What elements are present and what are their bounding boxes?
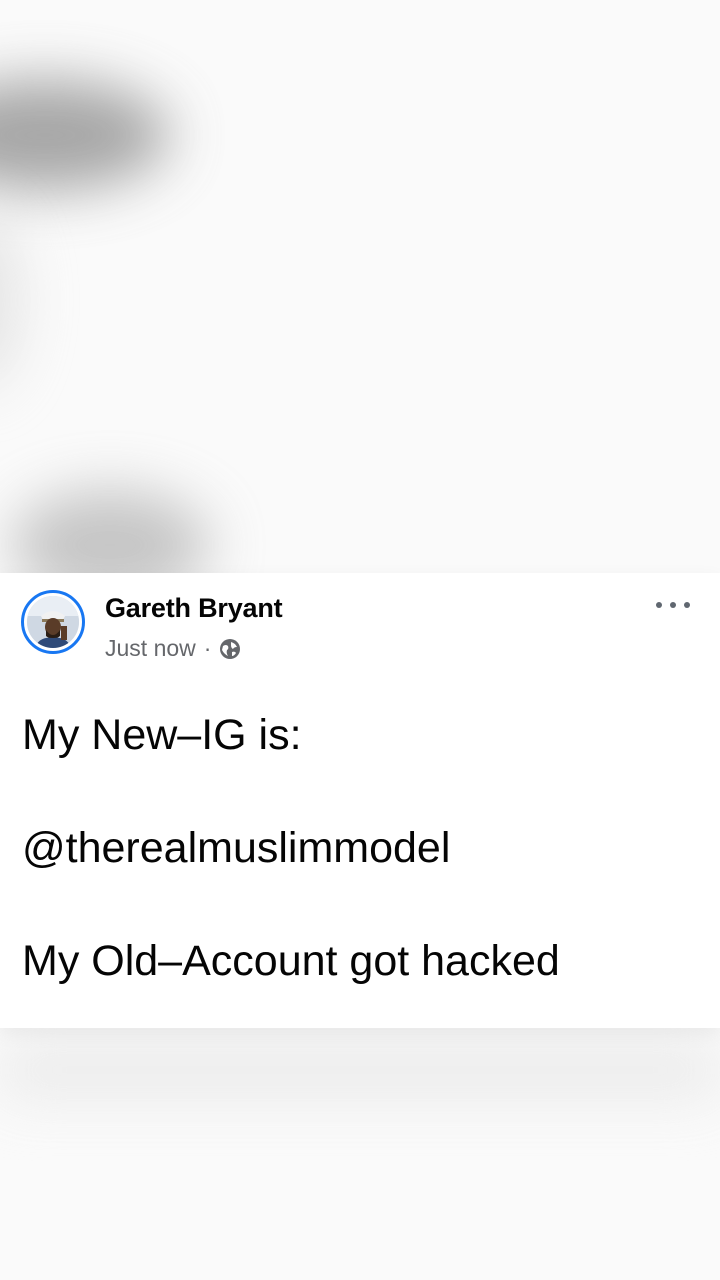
more-horizontal-icon [656,602,662,608]
post-timestamp[interactable]: Just now [105,635,196,662]
more-horizontal-icon [670,602,676,608]
post-text-line: My Old–Account got hacked [22,937,560,985]
shared-post-card[interactable]: Gareth Bryant Just now · My New–IG is: @… [0,573,720,1028]
meta-separator: · [203,635,212,661]
avatar-photo [27,596,79,648]
more-options-button[interactable] [656,595,690,615]
more-horizontal-icon [684,602,690,608]
blurred-background-shape [0,1040,720,1100]
post-text-line: @therealmuslimmodel [22,824,451,872]
post-body: My New–IG is: @therealmuslimmodel My Old… [22,707,702,989]
blurred-background-shape [0,210,20,390]
story-screen: Gareth Bryant Just now · My New–IG is: @… [0,0,720,1280]
author-name[interactable]: Gareth Bryant [105,593,283,624]
globe-icon [219,638,241,660]
blurred-background-shape [0,80,170,190]
post-text-line: My New–IG is: [22,711,302,759]
post-meta: Just now · [105,635,241,662]
author-avatar[interactable] [21,590,85,654]
